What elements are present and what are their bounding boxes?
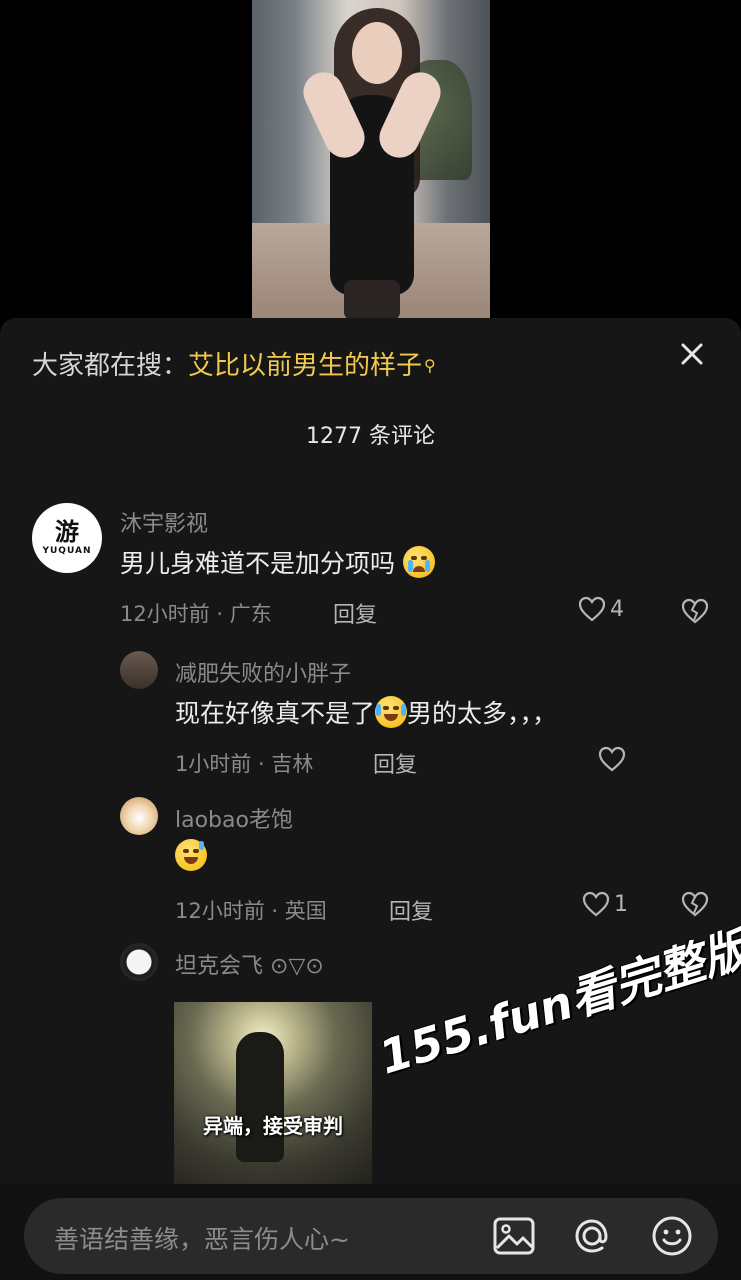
trending-search[interactable]: 大家都在搜：艾比以前男生的样子 ⚲ xyxy=(32,348,436,384)
avatar[interactable] xyxy=(120,651,158,689)
avatar[interactable] xyxy=(120,797,158,835)
comment-sheet: 大家都在搜：艾比以前男生的样子 ⚲ 1277 条评论 游 YUQUAN 沐宇影视 … xyxy=(0,318,741,1280)
laugh-cry-emoji xyxy=(375,696,408,728)
comment-input[interactable]: 善语结善缘，恶言伤人心~ xyxy=(24,1198,718,1274)
broken-heart-icon[interactable] xyxy=(681,891,709,919)
reply-button[interactable]: 回复 xyxy=(373,747,417,779)
avatar-logo-text: YUQUAN xyxy=(42,546,92,556)
avatar-logo-mark: 游 xyxy=(55,517,79,546)
close-icon[interactable] xyxy=(677,342,707,372)
like-button[interactable]: 1 xyxy=(582,891,628,917)
reply-username[interactable]: laobao老饱 xyxy=(175,802,293,834)
video-figure-head xyxy=(352,22,402,84)
sweat-smile-emoji xyxy=(175,839,207,871)
like-button[interactable]: 4 xyxy=(578,596,624,622)
at-icon[interactable] xyxy=(570,1214,614,1258)
like-count: 1 xyxy=(614,891,628,917)
reply-username[interactable]: 坦克会飞 ⊙▽⊙ xyxy=(175,948,324,980)
reply-text-before: 现在好像真不是了 xyxy=(175,699,376,728)
comment-username[interactable]: 沐宇影视 xyxy=(120,506,208,538)
meme-figure xyxy=(236,1032,284,1162)
comment-text-body: 男儿身难道不是加分项吗 xyxy=(120,549,396,578)
image-icon[interactable] xyxy=(492,1214,536,1258)
reply-text-after: 男的太多，，， xyxy=(407,699,558,728)
crying-emoji xyxy=(402,546,435,578)
emoji-icon[interactable] xyxy=(650,1214,694,1258)
heart-icon xyxy=(582,891,610,917)
reply-meta: 1小时前 · 吉林 xyxy=(175,752,314,776)
avatar[interactable] xyxy=(120,943,158,981)
reply-meta: 12小时前 · 英国 xyxy=(175,899,327,923)
comment-count: 1277 条评论 xyxy=(306,424,435,449)
broken-heart-icon[interactable] xyxy=(681,598,709,626)
heart-icon xyxy=(598,746,626,772)
avatar[interactable]: 游 YUQUAN xyxy=(32,503,102,573)
reply-button[interactable]: 回复 xyxy=(333,597,377,629)
search-icon[interactable]: ⚲ xyxy=(424,356,436,375)
reply-text: 现在好像真不是了 男的太多，，， xyxy=(175,694,557,730)
watermark: 155.fun看完整版 xyxy=(372,921,741,1085)
like-count: 4 xyxy=(610,596,624,622)
reply-image[interactable]: 异端，接受审判 xyxy=(174,1002,372,1184)
comment-meta: 12小时前 · 广东 xyxy=(120,602,272,626)
meme-caption: 异端，接受审判 xyxy=(203,1114,343,1138)
reply-button[interactable]: 回复 xyxy=(389,894,433,926)
video-figure-legs xyxy=(344,280,400,318)
trending-search-prefix: 大家都在搜： xyxy=(32,351,189,381)
reply-text xyxy=(175,839,207,871)
heart-icon xyxy=(578,596,606,622)
like-button[interactable] xyxy=(598,746,626,772)
trending-search-term[interactable]: 艾比以前男生的样子 xyxy=(188,351,422,381)
comment-input-bar: 善语结善缘，恶言伤人心~ xyxy=(0,1184,741,1280)
comment-input-placeholder: 善语结善缘，恶言伤人心~ xyxy=(54,1225,350,1254)
comment-text: 男儿身难道不是加分项吗 xyxy=(120,544,435,580)
reply-username[interactable]: 减肥失败的小胖子 xyxy=(175,656,351,688)
video-thumbnail[interactable] xyxy=(252,0,490,318)
video-preview-area[interactable] xyxy=(0,0,741,318)
